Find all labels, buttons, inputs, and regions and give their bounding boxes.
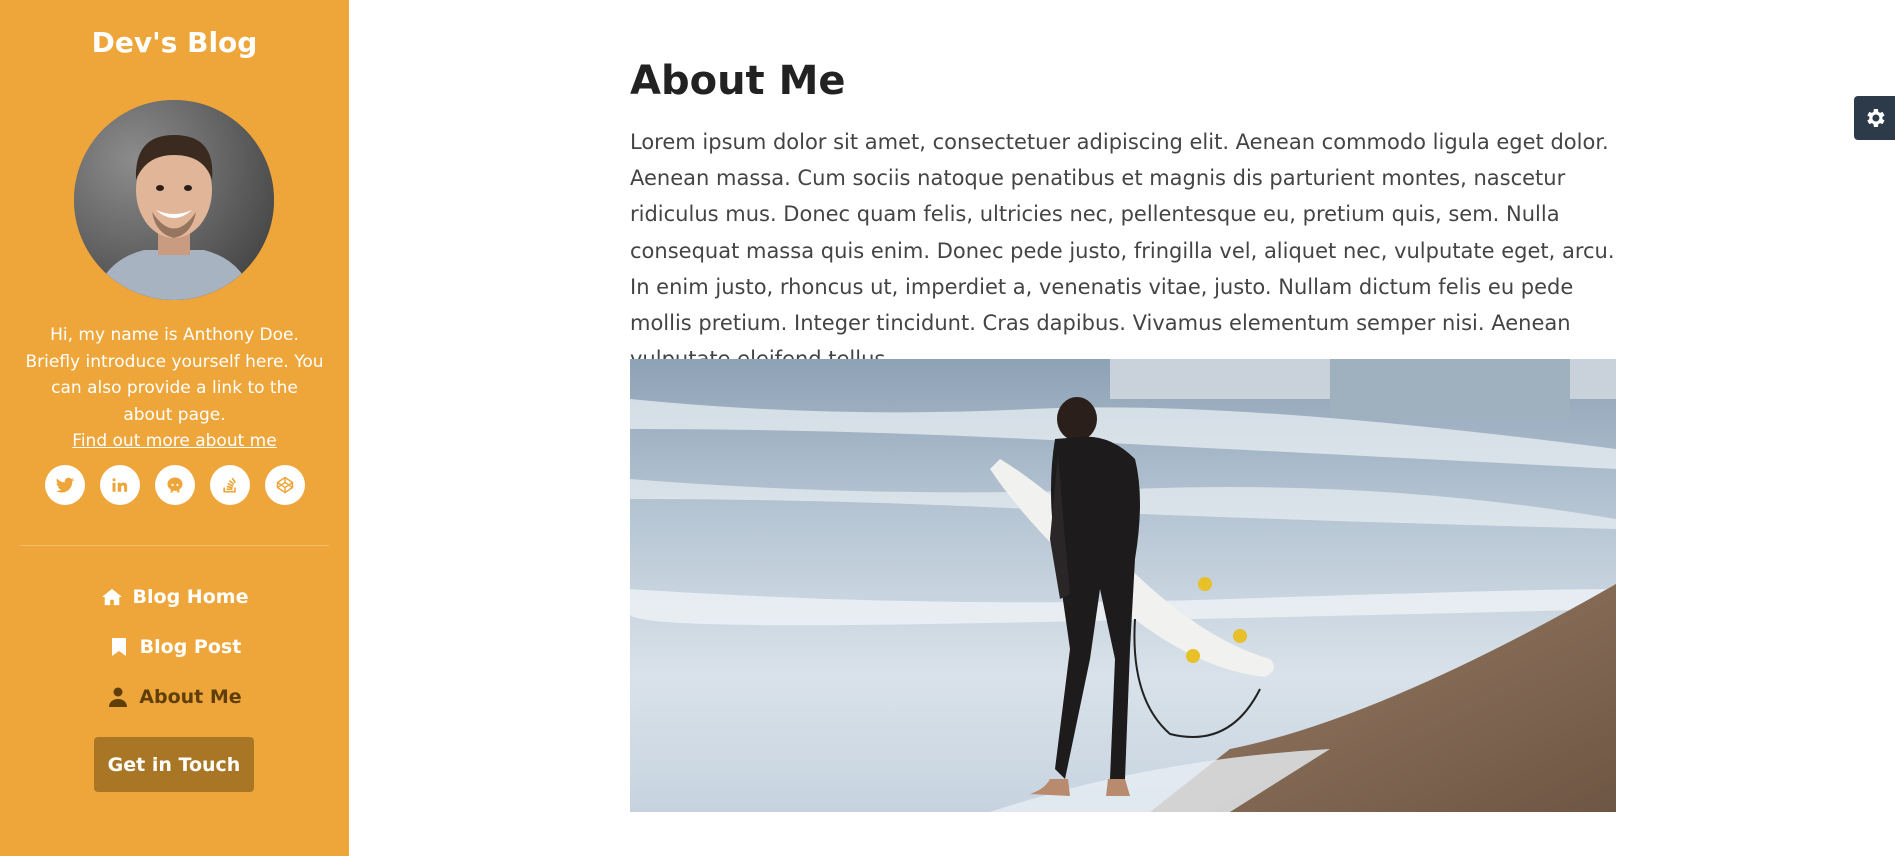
twitter-link[interactable] — [44, 465, 85, 505]
gear-icon — [1866, 109, 1884, 127]
user-icon — [107, 686, 129, 708]
bio: Hi, my name is Anthony Doe. Briefly intr… — [24, 322, 325, 455]
avatar — [74, 100, 274, 300]
hero-image — [630, 359, 1616, 812]
codepen-link[interactable] — [264, 465, 305, 505]
nav-label-blog-home: Blog Home — [132, 586, 249, 608]
github-icon — [167, 477, 182, 493]
twitter-icon — [55, 477, 74, 493]
social-links — [0, 465, 349, 505]
bookmark-icon — [108, 636, 130, 658]
about-body-text: Lorem ipsum dolor sit amet, consectetuer… — [630, 130, 1615, 371]
sidebar-nav: Blog Home Blog Post About Me — [0, 572, 349, 722]
stack-overflow-icon — [222, 477, 236, 493]
about-link[interactable]: Find out more about me — [72, 428, 276, 455]
settings-toggle-button[interactable] — [1854, 96, 1895, 140]
nav-item-blog-post[interactable]: Blog Post — [0, 622, 349, 672]
nav-label-blog-post: Blog Post — [139, 636, 242, 658]
nav-item-about-me[interactable]: About Me — [0, 672, 349, 722]
nav-label-about-me: About Me — [139, 686, 242, 708]
page-title: About Me — [630, 58, 846, 104]
home-icon — [101, 586, 123, 608]
get-in-touch-button[interactable]: Get in Touch — [94, 737, 254, 792]
codepen-icon — [276, 476, 293, 494]
sidebar-divider — [20, 545, 329, 546]
github-link[interactable] — [154, 465, 195, 505]
linkedin-icon — [112, 478, 127, 492]
nav-item-blog-home[interactable]: Blog Home — [0, 572, 349, 622]
linkedin-link[interactable] — [99, 465, 140, 505]
avatar-photo — [74, 100, 274, 300]
bio-text: Hi, my name is Anthony Doe. Briefly intr… — [25, 325, 324, 425]
blog-name[interactable]: Dev's Blog — [0, 26, 349, 59]
stack-overflow-link[interactable] — [209, 465, 250, 505]
sidebar: Dev's Blog Hi, my name is Anthony Doe. B… — [0, 0, 349, 856]
surfer-photo — [630, 359, 1616, 812]
